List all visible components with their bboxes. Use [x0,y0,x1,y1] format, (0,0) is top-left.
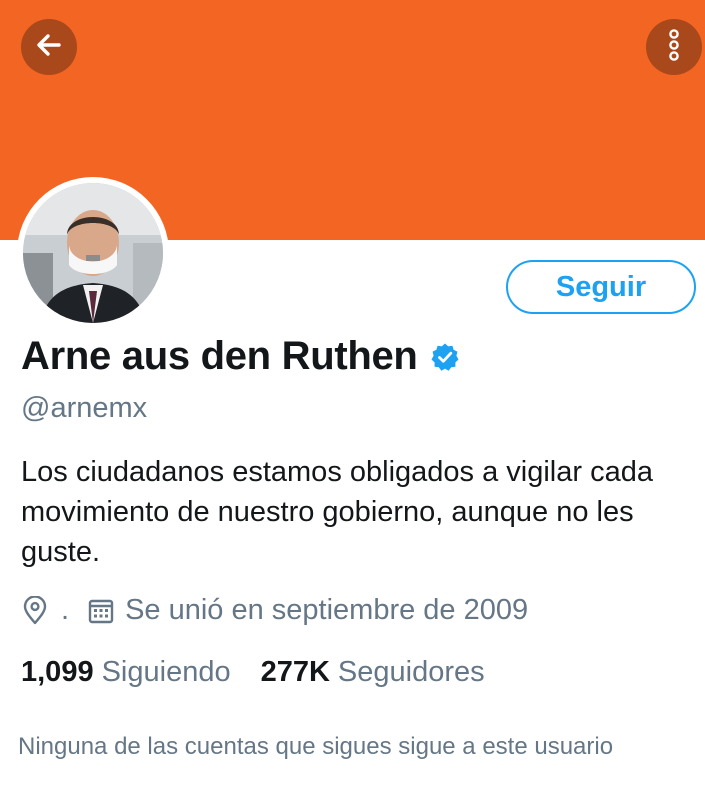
avatar[interactable] [23,183,163,323]
profile-name-row: Arne aus den Ruthen [21,334,460,379]
location-pin-icon [21,595,49,626]
following-stat[interactable]: 1,099 Siguiendo [21,656,231,689]
avatar-frame [17,177,169,329]
calendar-icon [87,597,115,625]
profile-handle: @arnemx [21,392,148,424]
profile-meta: . Se unió en septiembre de 2009 [21,594,528,627]
followers-label: Seguidores [337,656,485,688]
following-count: 1,099 [21,656,94,688]
more-vertical-icon [664,27,684,68]
followers-stat[interactable]: 277K Seguidores [261,656,485,689]
back-button[interactable] [21,19,77,75]
follow-button[interactable]: Seguir [506,260,696,314]
joined-text: Se unió en septiembre de 2009 [125,594,529,626]
location-text: . [61,594,70,626]
arrow-left-icon [33,29,65,66]
profile-bio: Los ciudadanos estamos obligados a vigil… [21,456,653,568]
joined-item: Se unió en septiembre de 2009 [87,594,528,627]
mutual-followers-note: Ninguna de las cuentas que sigues sigue … [18,733,614,760]
followers-count: 277K [260,656,330,688]
profile-name: Arne aus den Ruthen [21,334,418,378]
location-item: . [21,594,69,627]
more-options-button[interactable] [646,19,702,75]
verified-badge-icon [430,342,460,372]
following-label: Siguiendo [101,656,231,688]
profile-stats: 1,099 Siguiendo 277K Seguidores [21,656,485,689]
